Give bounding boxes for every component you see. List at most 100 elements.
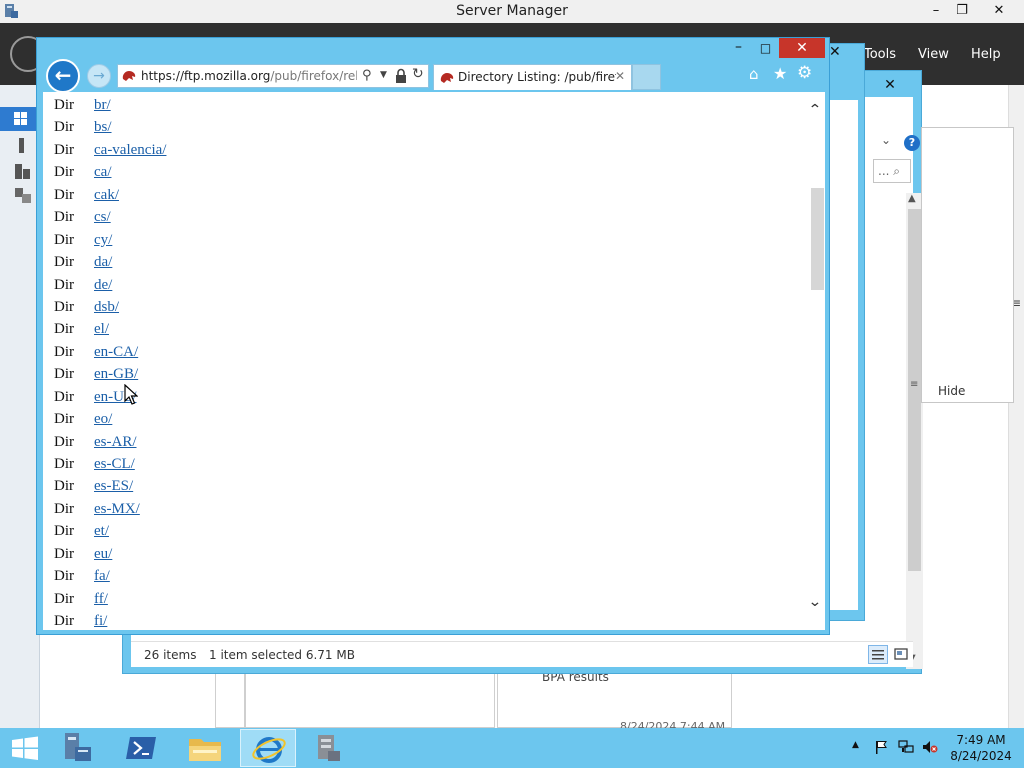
listing-type: Dir (54, 141, 74, 158)
url-host: mozilla.org (204, 69, 271, 83)
listing-link[interactable]: cak/ (94, 187, 119, 204)
listing-type: Dir (54, 321, 74, 338)
clock-time[interactable]: 7:49 AM (950, 733, 1012, 747)
taskbar-admin-tool[interactable] (300, 729, 356, 767)
listing-type: Dir (54, 523, 74, 540)
close-button[interactable]: ✕ (976, 0, 1022, 22)
listing-link[interactable]: bs/ (94, 119, 112, 136)
listing-type: Dir (54, 186, 74, 203)
taskbar-file-explorer[interactable] (177, 729, 233, 767)
ie-close-button[interactable]: ✕ (779, 38, 825, 58)
mouse-cursor-icon (124, 384, 138, 405)
listing-link[interactable]: es-ES/ (94, 478, 133, 495)
address-url[interactable]: https://ftp.mozilla.org/pub/firefox/rele… (141, 69, 357, 83)
listing-link[interactable]: es-MX/ (94, 501, 140, 518)
favorites-star-icon[interactable]: ★ (773, 64, 787, 83)
mozilla-favicon (122, 71, 136, 81)
chevron-down-icon[interactable]: ⌄ (881, 133, 891, 147)
search-icon[interactable]: ⚲ (362, 68, 372, 83)
listing-link[interactable]: fi/ (94, 613, 107, 630)
status-selection: 1 item selected 6.71 MB (209, 648, 355, 662)
restore-button[interactable]: ❐ (946, 0, 978, 22)
ie-minimize-button[interactable]: – (725, 38, 752, 58)
page-scrollbar[interactable]: ⌃ ⌄ (807, 92, 825, 630)
start-button[interactable] (0, 728, 50, 768)
explorer-close-button[interactable]: ✕ (867, 74, 913, 96)
address-bar[interactable]: https://ftp.mozilla.org/pub/firefox/rele… (117, 64, 429, 88)
tab-title: Directory Listing: /pub/firef... (458, 70, 616, 84)
listing-link[interactable]: en-CA/ (94, 344, 138, 361)
back-button[interactable]: ← (46, 59, 80, 93)
taskbar-internet-explorer[interactable] (240, 729, 296, 767)
hide-link[interactable]: Hide (938, 384, 965, 398)
sidebar-item-file-services[interactable] (0, 185, 40, 209)
large-icons-view-icon (894, 648, 908, 660)
listing-type: Dir (54, 97, 74, 113)
browser-tab[interactable]: Directory Listing: /pub/firef... ✕ (433, 64, 632, 90)
server-manager-titlebar: Server Manager – ❐ ✕ (0, 0, 1024, 23)
scroll-up-icon[interactable]: ▲ (908, 193, 916, 204)
clock-date[interactable]: 8/24/2024 (950, 749, 1012, 763)
listing-type: Dir (54, 590, 74, 607)
menu-view[interactable]: View (918, 47, 949, 62)
sidebar-item-local-server[interactable] (0, 135, 40, 159)
listing-type: Dir (54, 366, 74, 383)
listing-link[interactable]: cs/ (94, 209, 111, 226)
listing-type: Dir (54, 433, 74, 450)
listing-link[interactable]: ca-valencia/ (94, 142, 166, 159)
action-center-flag-icon[interactable] (874, 740, 888, 754)
sidebar-item-all-servers[interactable] (0, 161, 40, 185)
listing-link[interactable]: ca/ (94, 164, 111, 181)
listing-link[interactable]: ff/ (94, 591, 108, 608)
ie-maximize-button[interactable]: □ (752, 38, 779, 58)
menu-tools[interactable]: Tools (864, 47, 896, 62)
home-icon[interactable]: ⌂ (749, 65, 759, 83)
network-icon[interactable] (898, 740, 914, 754)
search-input[interactable]: ... ⌕ (873, 159, 911, 183)
volume-muted-icon[interactable] (922, 740, 938, 754)
listing-link[interactable]: el/ (94, 321, 109, 338)
scroll-down-chevron-icon[interactable]: ⌄ (808, 594, 822, 610)
status-item-count: 26 items (144, 648, 197, 662)
details-view-button[interactable] (868, 645, 888, 664)
listing-type: Dir (54, 568, 74, 585)
new-tab-button[interactable] (632, 64, 661, 90)
listing-link[interactable]: dsb/ (94, 299, 119, 316)
listing-link[interactable]: et/ (94, 523, 109, 540)
help-icon[interactable]: ? (904, 135, 920, 151)
listing-link[interactable]: da/ (94, 254, 112, 271)
menu-help[interactable]: Help (971, 47, 1001, 62)
listing-link[interactable]: br/ (94, 97, 111, 114)
listing-link[interactable]: es-AR/ (94, 434, 137, 451)
listing-link[interactable]: de/ (94, 277, 112, 294)
listing-link[interactable]: cy/ (94, 232, 112, 249)
listing-type: Dir (54, 276, 74, 293)
sidebar-item-dashboard[interactable] (0, 107, 40, 131)
large-icons-view-button[interactable] (892, 645, 910, 664)
listing-link[interactable]: fa/ (94, 568, 110, 585)
scroll-thumb[interactable] (908, 209, 921, 571)
listing-link[interactable]: eu/ (94, 546, 112, 563)
lock-icon[interactable] (395, 68, 407, 84)
scroll-up-chevron-icon[interactable]: ⌃ (808, 102, 822, 118)
admin-tool-icon (318, 735, 340, 761)
tab-close-icon[interactable]: ✕ (615, 69, 625, 83)
listing-link[interactable]: eo/ (94, 411, 112, 428)
listing-link[interactable]: es-CL/ (94, 456, 135, 473)
listing-link[interactable]: en-GB/ (94, 366, 138, 383)
taskbar-powershell[interactable] (114, 729, 170, 767)
scroll-thumb[interactable] (811, 188, 824, 290)
listing-type: Dir (54, 254, 74, 271)
details-view-icon (872, 650, 884, 660)
listing-type: Dir (54, 411, 74, 428)
show-hidden-icons-icon[interactable]: ▲ (852, 740, 859, 750)
forward-button[interactable]: → (87, 64, 111, 88)
listing-type: Dir (54, 164, 74, 181)
refresh-icon[interactable]: ↻ (412, 66, 424, 82)
tools-gear-icon[interactable]: ⚙ (797, 63, 812, 83)
local-server-icon (19, 138, 24, 153)
address-dropdown-icon[interactable]: ▼ (380, 70, 387, 80)
dialog-close-button[interactable]: ✕ (829, 44, 841, 60)
window-title: Server Manager (456, 3, 568, 19)
taskbar-server-manager[interactable] (51, 729, 107, 767)
